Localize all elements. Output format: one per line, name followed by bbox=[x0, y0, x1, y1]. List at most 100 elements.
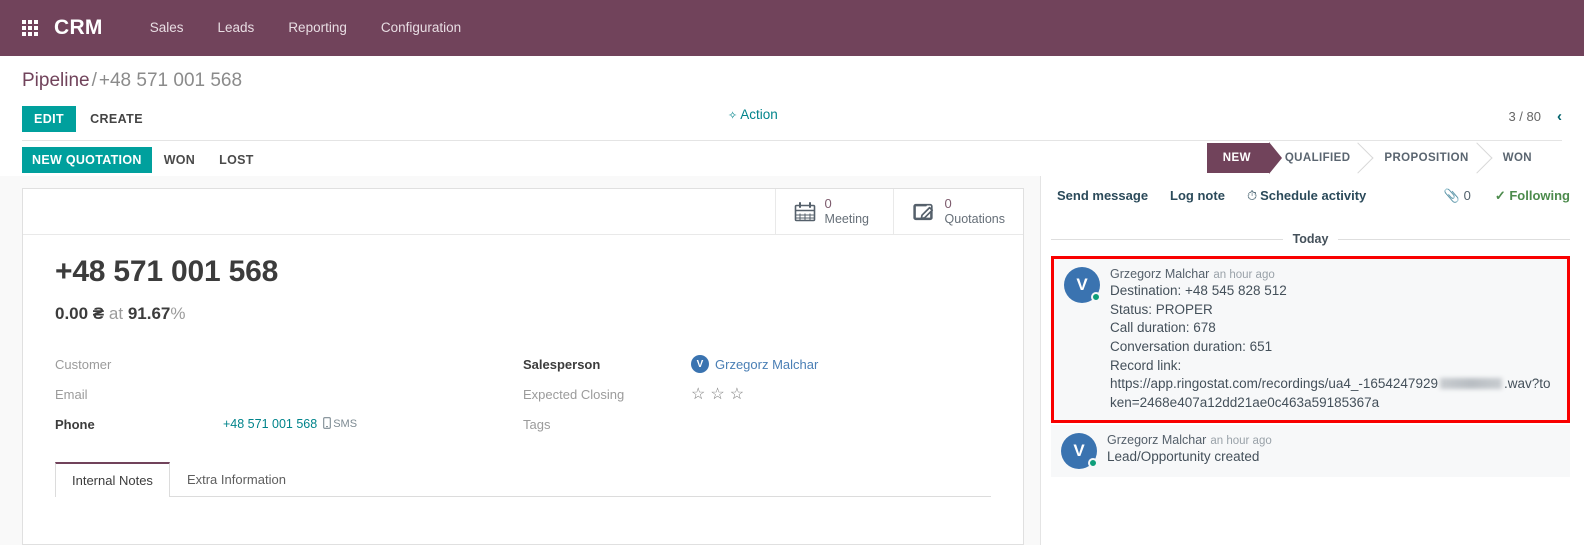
breadcrumb-root[interactable]: Pipeline bbox=[22, 70, 90, 91]
message-timestamp: an hour ago bbox=[1213, 269, 1275, 281]
message-record-link[interactable]: https://app.ringostat.com/recordings/ua4… bbox=[1110, 375, 1557, 412]
chatter-topbar: Send message Log note ⏱ Schedule activity… bbox=[1041, 176, 1584, 216]
message-item-lead-created[interactable]: V Grzegorz Malchar an hour ago Lead/Oppor… bbox=[1051, 425, 1570, 478]
log-note-button[interactable]: Log note bbox=[1170, 188, 1225, 203]
smart-button-quotations-label: Quotations bbox=[944, 211, 1005, 226]
send-message-button[interactable]: Send message bbox=[1057, 188, 1148, 203]
field-salesperson-label: Salesperson bbox=[523, 356, 601, 372]
field-expected-closing-label: Expected Closing bbox=[523, 386, 625, 402]
smart-button-row: 0 Meeting 0 Quotations bbox=[23, 189, 1023, 235]
avatar-initial: V bbox=[1073, 441, 1085, 461]
status-row: NEW QUOTATION WON LOST NEW QUALIFIED PRO… bbox=[22, 140, 1562, 176]
smart-button-meeting[interactable]: 0 Meeting bbox=[774, 189, 893, 234]
sheet-inner: +48 571 001 568 0.00 ₴ at 91.67% Custome… bbox=[23, 235, 1023, 497]
message-item-call-log[interactable]: V Grzegorz Malchar an hour ago Destinatio… bbox=[1051, 256, 1570, 424]
field-expected-closing: Expected Closing ☆ ☆ ☆ bbox=[523, 381, 991, 407]
won-button[interactable]: WON bbox=[152, 147, 207, 173]
field-phone: Phone +48 571 001 568 SMS bbox=[55, 411, 523, 437]
field-email: Email bbox=[55, 381, 523, 407]
message-line-conversation-duration: Conversation duration: 651 bbox=[1110, 338, 1273, 354]
avatar: V bbox=[1064, 267, 1101, 303]
clock-icon: ⏱ bbox=[1246, 187, 1258, 203]
star-icon-1[interactable]: ☆ bbox=[691, 384, 705, 404]
top-navbar: CRM Sales Leads Reporting Configuration bbox=[0, 0, 1584, 56]
control-panel-buttons: EDIT CREATE ✧ Action 3 / 80 ‹ bbox=[22, 98, 1562, 140]
quotation-edit-icon bbox=[912, 201, 936, 223]
online-status-dot bbox=[1088, 458, 1098, 469]
field-salesperson-value[interactable]: Grzegorz Malchar bbox=[715, 357, 818, 372]
new-quotation-button[interactable]: NEW QUOTATION bbox=[22, 146, 152, 173]
stage-won[interactable]: WON bbox=[1487, 143, 1550, 173]
avatar-initial: V bbox=[1076, 275, 1088, 294]
message-timestamp: an hour ago bbox=[1210, 435, 1272, 448]
message-line-record-link-label: Record link: bbox=[1110, 357, 1182, 373]
attachment-count: 0 bbox=[1463, 187, 1471, 203]
smart-button-quotations[interactable]: 0 Quotations bbox=[892, 189, 1023, 234]
stage-qualified[interactable]: QUALIFIED bbox=[1269, 143, 1369, 173]
smart-button-quotations-value: 0 bbox=[944, 195, 952, 211]
form-fields: Customer Email Phone +48 571 001 568 SMS… bbox=[55, 351, 991, 441]
priority-stars[interactable]: ☆ ☆ ☆ bbox=[691, 384, 744, 404]
message-line-destination: Destination: +48 545 828 512 bbox=[1110, 283, 1287, 298]
star-icon-2[interactable]: ☆ bbox=[710, 384, 724, 404]
schedule-activity-label: Schedule activity bbox=[1260, 187, 1367, 203]
field-email-label: Email bbox=[55, 386, 88, 402]
message-header: Grzegorz Malchar an hour ago bbox=[1110, 267, 1557, 281]
body-wrapper: 0 Meeting 0 Quotations +48 571 001 568 0… bbox=[0, 176, 1584, 545]
day-separator-line-left bbox=[1051, 238, 1283, 240]
tab-extra-information[interactable]: Extra Information bbox=[170, 462, 303, 497]
notebook-tabs: Internal Notes Extra Information bbox=[55, 461, 991, 497]
action-menu[interactable]: ✧ Action bbox=[728, 107, 778, 122]
message-author[interactable]: Grzegorz Malchar bbox=[1107, 433, 1206, 447]
tab-internal-notes[interactable]: Internal Notes bbox=[55, 462, 170, 497]
mobile-icon bbox=[323, 416, 332, 432]
field-phone-value[interactable]: +48 571 001 568 bbox=[223, 417, 317, 431]
smart-button-meeting-label: Meeting bbox=[824, 211, 870, 226]
probability-value: 91.67 bbox=[127, 304, 171, 323]
message-author[interactable]: Grzegorz Malchar bbox=[1110, 267, 1209, 281]
pager-value: 3 / 80 bbox=[1508, 109, 1541, 124]
pipeline-statusbar: NEW QUALIFIED PROPOSITION WON bbox=[1206, 142, 1550, 174]
nav-item-configuration[interactable]: Configuration bbox=[364, 0, 478, 56]
field-salesperson: Salesperson V Grzegorz Malchar bbox=[523, 351, 991, 377]
attachment-counter[interactable]: 📎 0 bbox=[1444, 188, 1471, 204]
message-header: Grzegorz Malchar an hour ago bbox=[1107, 433, 1560, 447]
lost-button[interactable]: LOST bbox=[207, 147, 266, 173]
chatter-panel: Send message Log note ⏱ Schedule activity… bbox=[1040, 176, 1584, 545]
stage-new[interactable]: NEW bbox=[1206, 142, 1282, 174]
day-separator-line-right bbox=[1338, 238, 1571, 240]
breadcrumb-current: +48 571 001 568 bbox=[98, 70, 243, 91]
schedule-activity-button[interactable]: ⏱ Schedule activity bbox=[1247, 188, 1366, 204]
expected-revenue-value: 0.00 ₴ bbox=[55, 304, 105, 323]
message-line-call-duration: Call duration: 678 bbox=[1110, 320, 1216, 336]
form-column-right: Salesperson V Grzegorz Malchar Expected … bbox=[523, 351, 991, 441]
nav-item-leads[interactable]: Leads bbox=[201, 0, 272, 56]
create-button[interactable]: CREATE bbox=[76, 106, 157, 132]
gear-icon: ✧ bbox=[728, 110, 738, 122]
redacted-segment bbox=[1439, 378, 1502, 390]
message-body: Grzegorz Malchar an hour ago Lead/Opportu… bbox=[1107, 433, 1560, 469]
form-column-left: Customer Email Phone +48 571 001 568 SMS bbox=[55, 351, 523, 441]
nav-item-reporting[interactable]: Reporting bbox=[271, 0, 364, 56]
calendar-icon bbox=[794, 201, 816, 222]
following-label: Following bbox=[1509, 187, 1570, 203]
form-column: 0 Meeting 0 Quotations +48 571 001 568 0… bbox=[0, 176, 1040, 545]
sms-button[interactable]: SMS bbox=[323, 416, 357, 432]
star-icon-3[interactable]: ☆ bbox=[730, 384, 744, 404]
field-customer-label: Customer bbox=[55, 356, 112, 372]
smart-button-meeting-value: 0 bbox=[824, 195, 832, 211]
apps-grid-icon[interactable] bbox=[22, 20, 38, 36]
stage-proposition[interactable]: PROPOSITION bbox=[1368, 143, 1486, 173]
following-button[interactable]: ✓ Following bbox=[1495, 188, 1570, 204]
field-tags-label: Tags bbox=[523, 416, 551, 432]
day-separator: Today bbox=[1051, 232, 1571, 246]
message-line-body: Lead/Opportunity created bbox=[1107, 449, 1260, 465]
app-brand-crm[interactable]: CRM bbox=[54, 16, 103, 40]
chevron-left-icon[interactable]: ‹ bbox=[1557, 108, 1562, 125]
action-menu-label: Action bbox=[740, 107, 778, 122]
avatar: V bbox=[691, 355, 709, 373]
edit-button[interactable]: EDIT bbox=[22, 106, 77, 132]
record-expected-revenue-row: 0.00 ₴ at 91.67% bbox=[55, 304, 991, 324]
message-thread: Today V Grzegorz Malchar an hour ago Dest… bbox=[1041, 216, 1584, 478]
nav-item-sales[interactable]: Sales bbox=[133, 0, 201, 56]
